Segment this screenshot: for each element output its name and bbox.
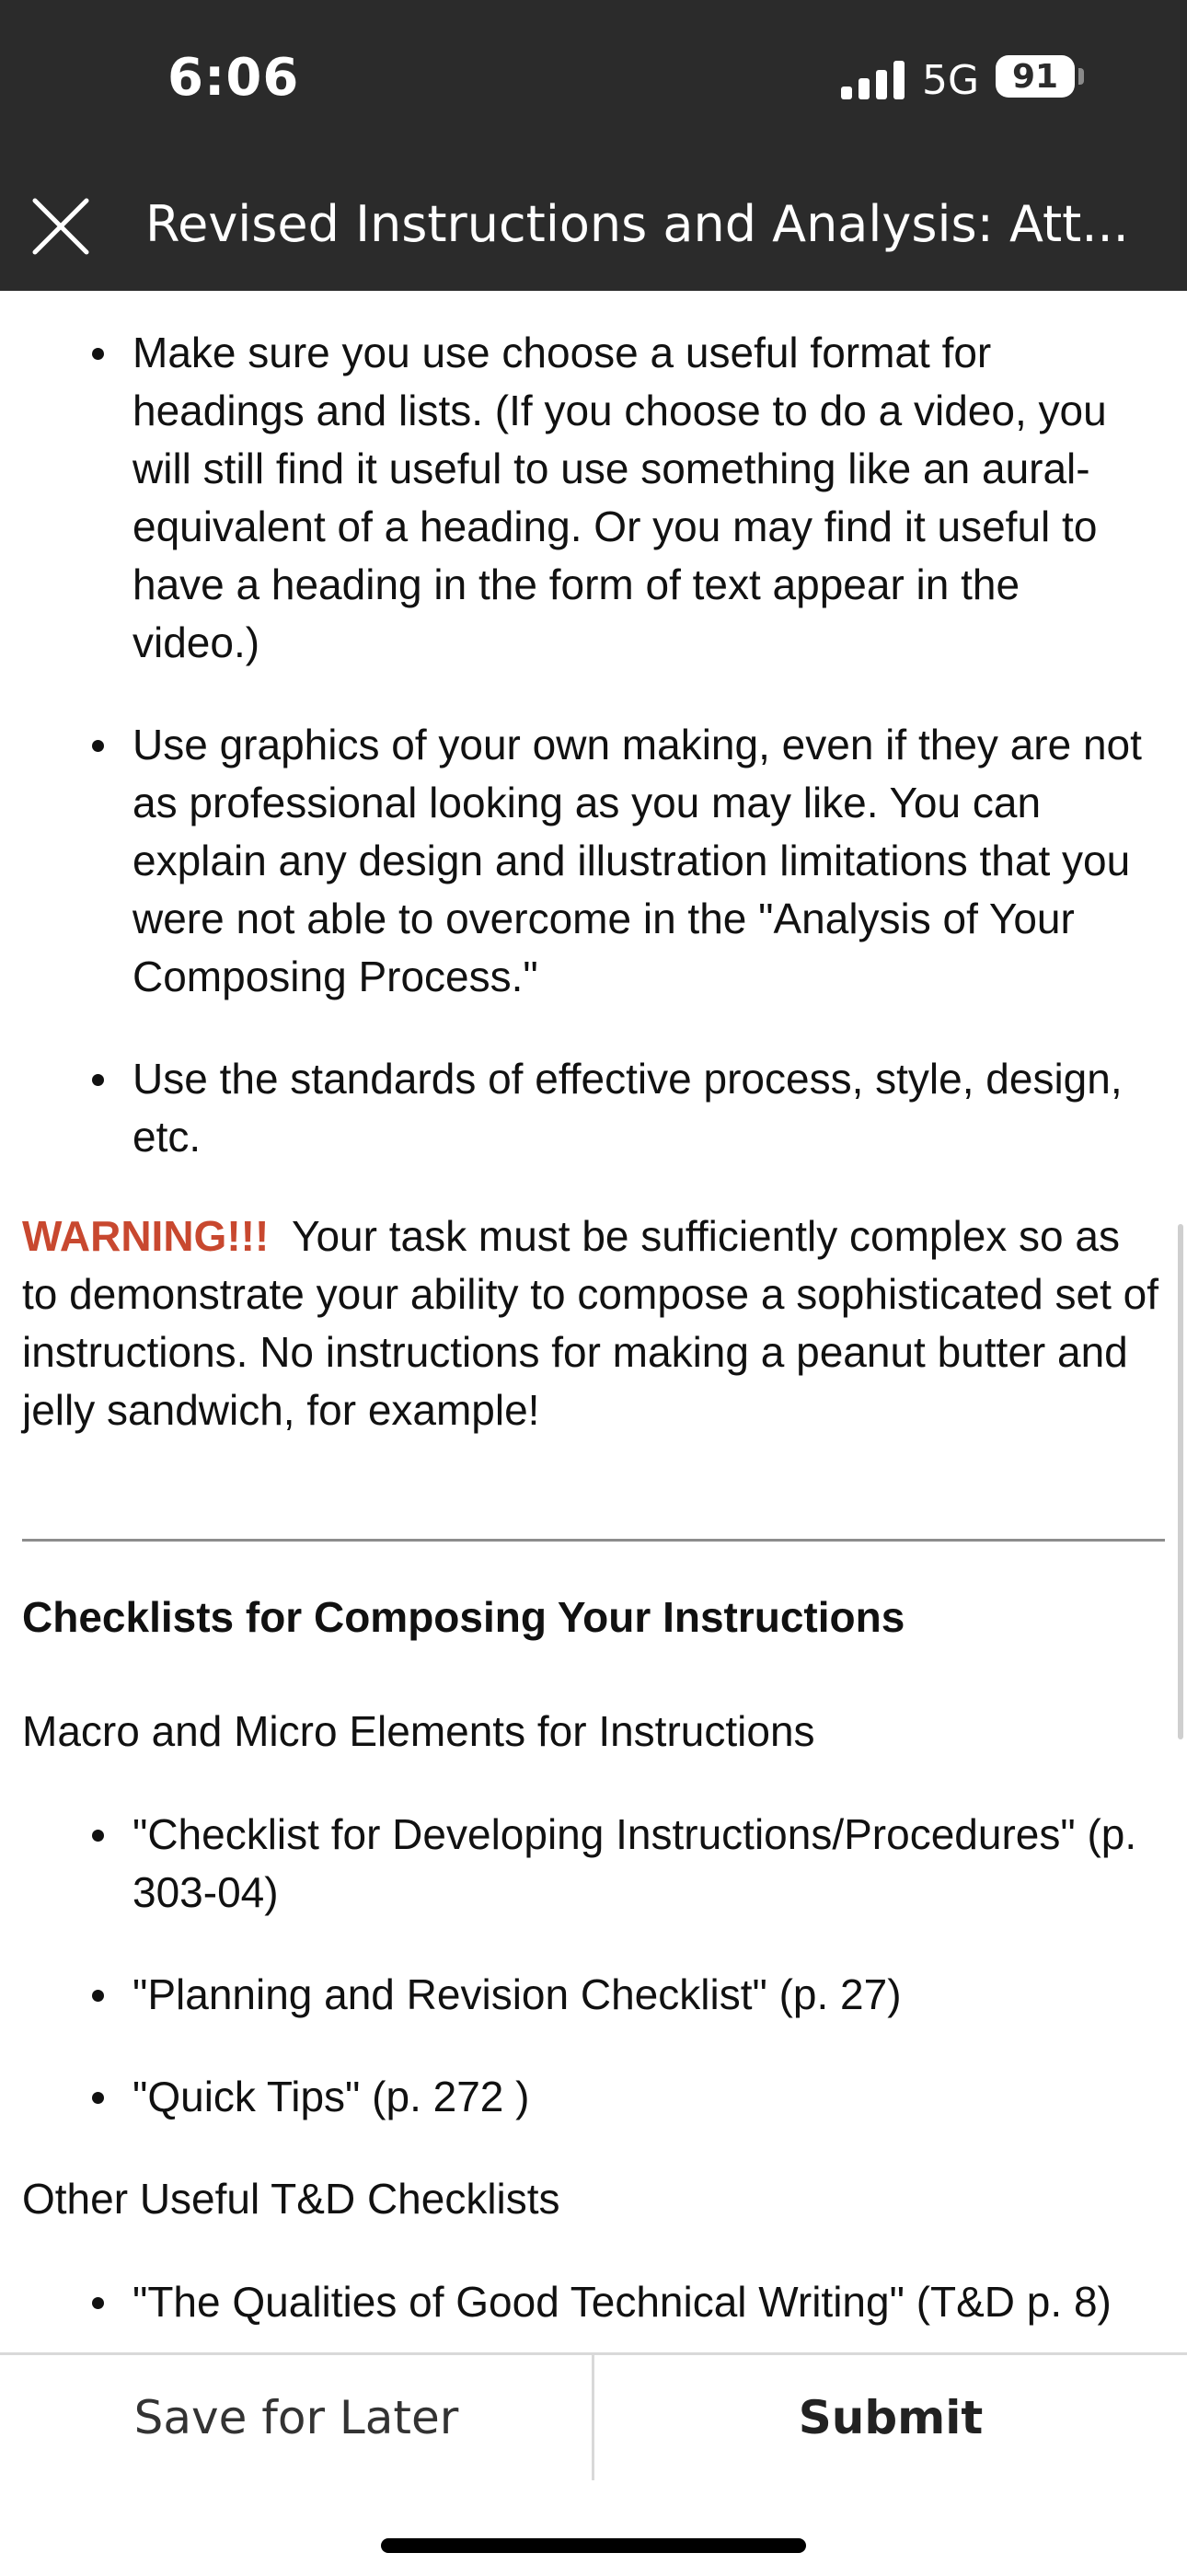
list-item: Use graphics of your own making, even if…	[0, 716, 1169, 1006]
list-item: Make sure you use choose a useful format…	[0, 324, 1169, 672]
status-time: 6:06	[167, 48, 300, 108]
app-header: Revised Instructions and Analysis: Att..…	[0, 162, 1187, 291]
battery-icon: 91	[996, 55, 1075, 98]
status-bar: 6:06 5G 91	[0, 0, 1187, 162]
top-bullet-list: Make sure you use choose a useful format…	[0, 324, 1169, 1166]
network-type: 5G	[922, 57, 980, 104]
list-item: "The Qualities of Good Technical Writing…	[0, 2273, 1169, 2331]
scrollbar[interactable]	[1178, 1224, 1183, 1739]
close-icon[interactable]	[29, 195, 92, 258]
save-for-later-button[interactable]: Save for Later	[0, 2355, 593, 2480]
page-title: Revised Instructions and Analysis: Att..…	[145, 195, 1129, 253]
warning-label: WARNING!!!	[22, 1212, 270, 1260]
submit-button[interactable]: Submit	[594, 2355, 1187, 2480]
section-divider	[22, 1539, 1165, 1542]
macro-checklist: "Checklist for Developing Instructions/P…	[0, 1806, 1169, 2126]
list-item: "Planning and Revision Checklist" (p. 27…	[0, 1966, 1169, 2024]
assignment-content[interactable]: Make sure you use choose a useful format…	[0, 291, 1187, 2352]
cellular-signal-icon	[841, 61, 905, 99]
list-item: "Checklist for Developing Instructions/P…	[0, 1806, 1169, 1922]
battery-level: 91	[1011, 57, 1059, 96]
home-indicator[interactable]	[381, 2538, 806, 2553]
other-heading: Other Useful T&D Checklists	[22, 2175, 560, 2223]
macro-heading: Macro and Micro Elements for Instruction…	[22, 1707, 815, 1755]
list-item: Use the standards of effective process, …	[0, 1050, 1169, 1166]
battery-tip	[1078, 68, 1084, 85]
other-checklist: "The Qualities of Good Technical Writing…	[0, 2273, 1169, 2331]
list-item: "Quick Tips" (p. 272 )	[0, 2068, 1169, 2126]
warning-paragraph: WARNING!!! Your task must be sufficientl…	[0, 1207, 1187, 1439]
checklist-heading: Checklists for Composing Your Instructio…	[22, 1593, 905, 1641]
